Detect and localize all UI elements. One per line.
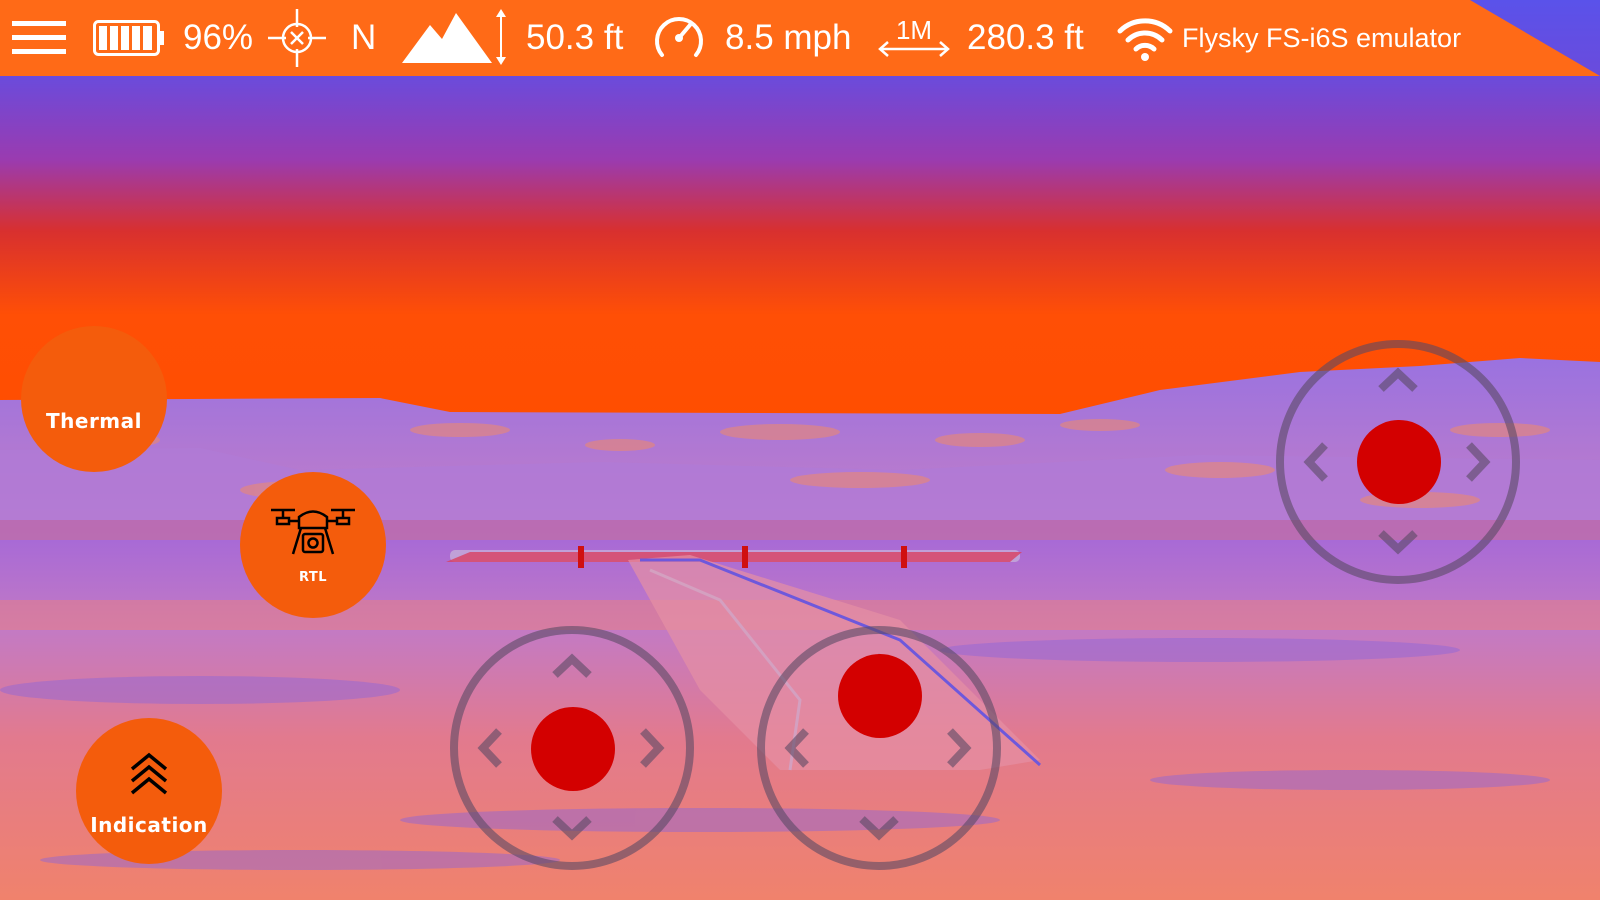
- altitude-value: 50.3 ft: [526, 18, 624, 57]
- indication-button-label: Indication: [90, 813, 208, 837]
- indication-button[interactable]: Indication: [76, 718, 222, 864]
- left-joystick[interactable]: [447, 623, 697, 873]
- mountain-altitude-icon: [400, 0, 510, 76]
- right-upper-joystick[interactable]: [1273, 337, 1523, 587]
- wifi-signal-icon: [1116, 0, 1174, 76]
- telemetry-bar: 96% N 50.3 ft 8.5 mph 1M 280.3 ft Flysky…: [0, 0, 1600, 76]
- double-chevron-up-icon: [128, 751, 170, 807]
- gps-crosshair-icon: [266, 0, 328, 76]
- battery-icon: [93, 0, 165, 76]
- controller-name: Flysky FS-i6S emulator: [1182, 22, 1462, 53]
- battery-percentage: 96%: [183, 18, 254, 57]
- distance-arrow-icon: 1M: [876, 0, 952, 76]
- center-joystick[interactable]: [754, 623, 1004, 873]
- drone-icon: [265, 502, 361, 568]
- hamburger-menu-icon[interactable]: [12, 0, 66, 76]
- thermal-button-label: Thermal: [46, 409, 142, 433]
- heading-indicator: N: [351, 18, 377, 57]
- joystick-knob[interactable]: [1357, 420, 1441, 504]
- speed-value: 8.5 mph: [725, 18, 852, 57]
- joystick-knob[interactable]: [531, 707, 615, 791]
- distance-value: 280.3 ft: [967, 18, 1084, 57]
- joystick-knob[interactable]: [838, 654, 922, 738]
- rtl-button[interactable]: RTL: [240, 472, 386, 618]
- rtl-button-label: RTL: [298, 569, 328, 585]
- speedometer-icon: [652, 0, 706, 76]
- thermal-button[interactable]: Thermal: [21, 326, 167, 472]
